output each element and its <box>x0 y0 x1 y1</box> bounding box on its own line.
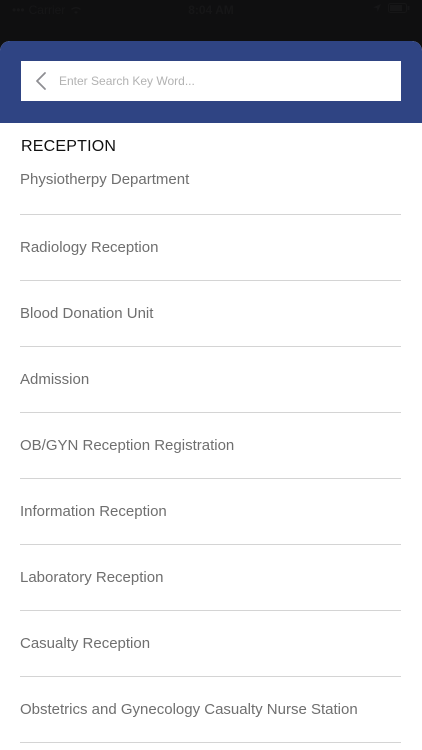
list-item[interactable]: Physiotherpy Department <box>20 169 401 215</box>
list-item[interactable]: Admission <box>20 347 401 413</box>
list-item[interactable]: OB/GYN Reception Registration <box>20 413 401 479</box>
status-bar: ••• Carrier 8:04 AM <box>0 0 422 22</box>
section-title: RECEPTION <box>21 138 117 155</box>
list-item[interactable]: Casualty Reception <box>20 611 401 677</box>
search-header <box>0 41 422 123</box>
list-item[interactable]: Laboratory Reception <box>20 545 401 611</box>
reception-list: Physiotherpy Department Radiology Recept… <box>20 169 401 743</box>
list-item[interactable]: Obstetrics and Gynecology Casualty Nurse… <box>20 677 401 743</box>
chevron-left-icon <box>36 72 46 90</box>
back-button[interactable] <box>27 61 55 101</box>
status-time: 8:04 AM <box>188 3 234 17</box>
battery-icon <box>388 3 410 13</box>
search-box <box>21 61 401 101</box>
list-item[interactable]: Blood Donation Unit <box>20 281 401 347</box>
status-right <box>372 3 410 13</box>
list-item[interactable]: Information Reception <box>20 479 401 545</box>
list-item[interactable]: Radiology Reception <box>20 215 401 281</box>
search-input[interactable] <box>55 63 401 99</box>
location-icon <box>373 4 381 12</box>
modal-sheet: RECEPTION Physiotherpy Department Radiol… <box>0 41 422 750</box>
